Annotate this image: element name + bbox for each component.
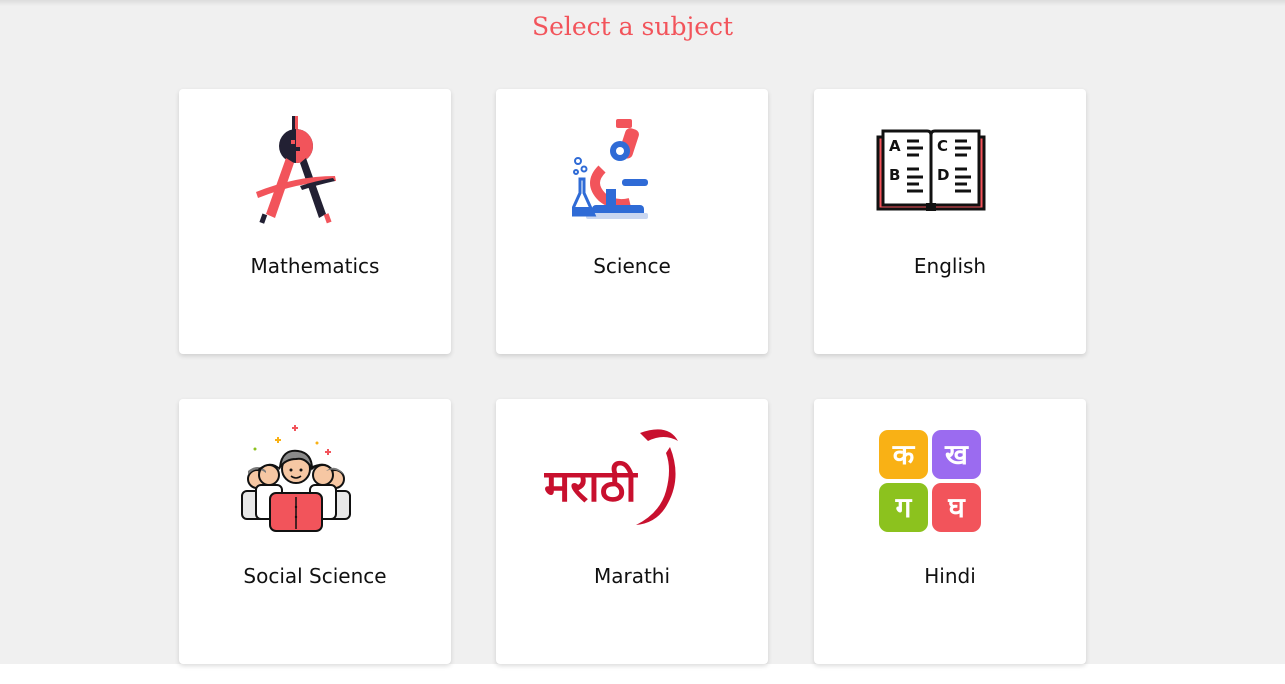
people-group-icon (241, 425, 351, 532)
marathi-logo: मराठी (544, 429, 678, 525)
svg-text:A: A (889, 137, 901, 155)
page-title: Select a subject (531, 12, 734, 41)
subject-label: English (913, 254, 987, 278)
hindi-letter-ga: ग (895, 491, 913, 524)
microscope-icon (572, 119, 648, 219)
hindi-letter-ka: क (892, 438, 916, 471)
open-book-icon: A B C D (876, 129, 986, 211)
subject-label: Science (593, 254, 671, 278)
bottom-strip (0, 664, 1285, 684)
marathi-logo-text: मराठी (544, 460, 638, 512)
subject-label: Hindi (924, 564, 976, 588)
hindi-letters-icon: क ख ग घ (879, 430, 981, 532)
svg-text:D: D (937, 166, 949, 184)
hindi-letter-gha: घ (947, 491, 966, 524)
subject-label: Mathematics (250, 254, 380, 278)
compass-icon (256, 116, 336, 224)
subject-label: Marathi (593, 564, 671, 588)
subject-label: Social Science (243, 564, 387, 588)
subject-card-social-science[interactable]: Social Science (179, 399, 451, 664)
hindi-letter-kha: ख (944, 438, 969, 471)
subject-card-science[interactable]: Science (496, 89, 768, 354)
top-shadow (0, 0, 1285, 6)
svg-text:B: B (889, 166, 900, 184)
svg-text:C: C (937, 137, 948, 155)
subject-card-marathi[interactable]: मराठी Marathi (496, 399, 768, 664)
subject-card-mathematics[interactable]: Mathematics (179, 89, 451, 354)
subject-card-hindi[interactable]: क ख ग घ Hindi (814, 399, 1086, 664)
subject-card-english[interactable]: A B C D English (814, 89, 1086, 354)
